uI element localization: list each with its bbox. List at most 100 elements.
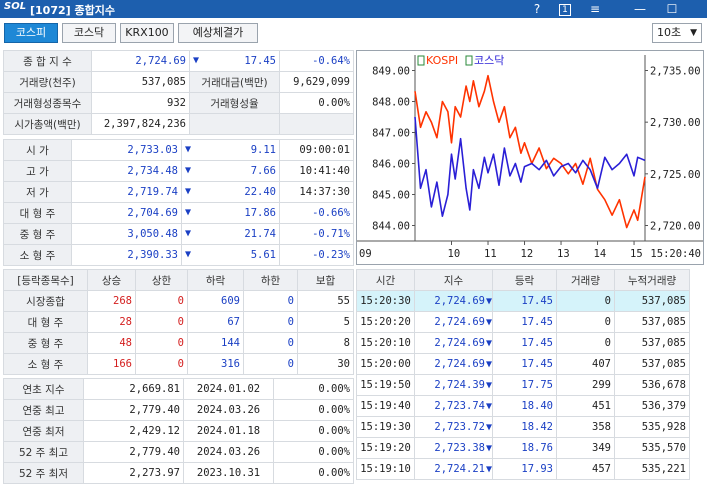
tick-time: 15:19:40 [356,395,415,417]
tick-index-cell: 2,723.74▼ [414,395,493,417]
right-tick-label: 2,730.00 [650,117,701,129]
summary-row-formed: 거래형성종목수 932 거래형성율 0.00% [3,92,354,114]
price-table: 시 가 2,733.03 ▼ 9.11 09:00:01 고 가 2,734.48 ▼ 7.66… [3,139,354,266]
extreme-label: 연중 최저 [3,420,84,442]
tab-kosdaq[interactable]: 코스닥 [62,23,116,43]
app-logo: SOL [4,1,27,12]
down-triangle-icon: ▼ [185,186,192,197]
index-chart[interactable]: 849.00 848.00 847.00 846.00 845.00 844.00 2,73… [356,50,704,265]
extreme-value: 2,779.40 [83,441,184,463]
summary-row-volume: 거래량(천주) 537,085 거래대금(백만) 9,629,099 [3,71,354,93]
interval-select[interactable]: 10초 ▼ [652,23,702,43]
x-tick-label: 13 [557,248,570,260]
price-change-cell: ▼ 17.86 [181,202,280,224]
tick-time: 15:20:20 [356,311,415,333]
x-tick-label: 11 [484,248,497,260]
breadth-down: 316 [187,353,244,375]
extreme-value: 2,273.97 [83,462,184,484]
tick-row[interactable]: 15:20:00 2,724.69▼ 17.45 407 537,085 [356,353,690,375]
left-tick-label: 849.00 [372,66,410,78]
x-tick-label: 10 [448,248,461,260]
extreme-date: 2024.03.26 [183,441,274,463]
index-value: 2,724.69 [91,50,190,72]
tick-row[interactable]: 15:19:10 2,724.21▼ 17.93 457 535,221 [356,458,690,480]
summary-row-mcap: 시가총액(백만) 2,397,824,236 [3,113,354,135]
breadth-upper: 0 [135,290,188,312]
tick-time: 15:19:50 [356,374,415,396]
index-pct: -0.64% [279,50,354,72]
tick-cumulative: 537,085 [614,332,690,354]
left-tick-label: 846.00 [372,159,410,171]
extreme-label: 52 주 최저 [3,462,84,484]
extreme-pct: 0.00% [273,420,354,442]
breadth-down: 67 [187,311,244,333]
window-title: [1072] 종합지수 [30,4,115,17]
breadth-flat: 8 [297,332,354,354]
extreme-pct: 0.00% [273,462,354,484]
tab-kospi[interactable]: 코스피 [4,23,58,43]
ticks-header: 지수 [414,269,493,291]
help-icon[interactable]: ? [527,0,547,18]
breadth-row: 중 형 주 48 0 144 0 8 [3,332,354,354]
breadth-header: 하락 [187,269,244,291]
extreme-row: 52 주 최고 2,779.40 2024.03.26 0.00% [3,441,354,463]
tick-row[interactable]: 15:19:20 2,723.38▼ 18.76 349 535,570 [356,437,690,459]
index-change: 17.45 [244,55,276,67]
x-tick-label: 09 [359,248,372,260]
maximize-icon[interactable]: ☐ [662,0,682,18]
menu-icon[interactable]: ≡ [585,0,605,18]
price-value: 2,704.69 [71,202,182,224]
tab-expected-price[interactable]: 예상체결가 [178,23,258,43]
tab-krx100[interactable]: KRX100 [120,23,174,43]
extreme-date: 2023.10.31 [183,462,274,484]
formed-count-value: 932 [91,92,190,114]
tick-row[interactable]: 15:20:10 2,724.69▼ 17.45 0 537,085 [356,332,690,354]
down-triangle-icon: ▼ [485,380,492,391]
breadth-header: 하한 [243,269,298,291]
tick-change: 17.45 [492,311,557,333]
tick-row[interactable]: 15:20:30 2,724.69▼ 17.45 0 537,085 [356,290,690,312]
down-triangle-icon: ▼ [485,401,492,412]
extreme-label: 52 주 최고 [3,441,84,463]
chevron-down-icon: ▼ [690,28,697,38]
price-row: 소 형 주 2,390.33 ▼ 5.61 -0.23% [3,244,354,266]
extreme-row: 52 주 최저 2,273.97 2023.10.31 0.00% [3,462,354,484]
series-line-kospi [414,74,646,229]
ticks-table: 시간 지수 등락 거래량 누적거래량 15:20:30 2,724.69▼ 17.45 0 537… [356,269,690,480]
tick-index: 2,724.69 [434,358,485,370]
down-triangle-icon: ▼ [185,144,192,155]
tick-row[interactable]: 15:19:30 2,723.72▼ 18.42 358 535,928 [356,416,690,438]
amount-value: 9,629,099 [279,71,354,93]
extreme-label: 연중 최고 [3,399,84,421]
interval-value: 10초 [657,26,682,39]
extreme-value: 2,779.40 [83,399,184,421]
extremes-table: 연초 지수 2,669.81 2024.01.02 0.00% 연중 최고 2,779.4… [3,378,354,484]
ticks-header: 시간 [356,269,415,291]
ticks-header-row: 시간 지수 등락 거래량 누적거래량 [356,269,690,291]
price-change: 22.40 [244,186,276,198]
breadth-upper: 0 [135,332,188,354]
x-tick-label: 12 [521,248,534,260]
empty-cell [189,113,280,135]
breadth-label: 대 형 주 [3,311,88,333]
tick-cumulative: 535,570 [614,437,690,459]
minimize-icon[interactable]: — [630,0,650,18]
screen-number-button[interactable]: 1 [555,0,575,18]
left-tick-label: 848.00 [372,97,410,109]
tick-row[interactable]: 15:19:50 2,724.39▼ 17.75 299 536,678 [356,374,690,396]
tick-change: 17.93 [492,458,557,480]
breadth-row: 시장종합 268 0 609 0 55 [3,290,354,312]
title-bar: SOL [1072] 종합지수 ? 1 ≡ — ☐ [0,0,707,18]
tick-row[interactable]: 15:19:40 2,723.74▼ 18.40 451 536,379 [356,395,690,417]
legend-label: 코스닥 [474,54,504,67]
extreme-pct: 0.00% [273,441,354,463]
price-label: 시 가 [3,139,72,161]
tick-row[interactable]: 15:20:20 2,724.69▼ 17.45 0 537,085 [356,311,690,333]
tick-index-cell: 2,723.38▼ [414,437,493,459]
down-triangle-icon: ▼ [193,55,200,66]
breadth-table: [등락종목수] 상승 상한 하락 하한 보합 시장종합 268 0 609 0 55 대 형 주 28 0 6… [3,269,354,375]
legend-marker [465,55,473,66]
extreme-date: 2024.01.02 [183,378,274,400]
tick-cumulative: 537,085 [614,311,690,333]
tick-volume: 0 [556,311,615,333]
